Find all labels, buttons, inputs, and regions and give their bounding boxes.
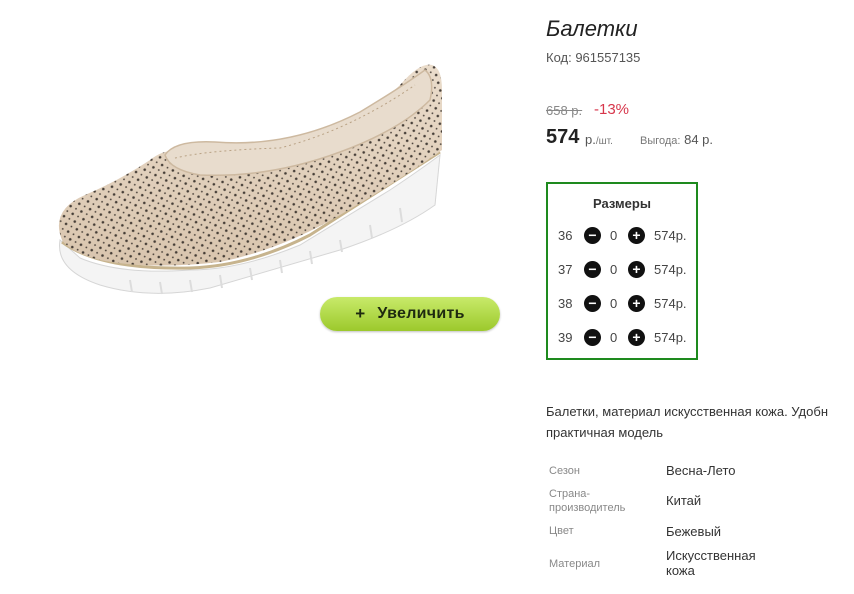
- spec-value: Искусственная кожа: [666, 548, 756, 578]
- plus-icon[interactable]: +: [628, 227, 645, 244]
- product-code: Код: 961557135: [546, 50, 641, 65]
- product-image[interactable]: [40, 30, 460, 310]
- sizes-box: Размеры 36 − 0 + 574р. 37 − 0 + 574р. 38…: [546, 182, 698, 360]
- size-number: 37: [558, 262, 573, 277]
- size-row: 37 − 0 + 574р.: [548, 259, 696, 281]
- minus-icon[interactable]: −: [584, 227, 601, 244]
- size-price: 574р.: [654, 262, 687, 277]
- plus-icon[interactable]: +: [628, 295, 645, 312]
- size-quantity: 0: [610, 330, 618, 345]
- minus-icon[interactable]: −: [584, 261, 601, 278]
- spec-label: Материал: [549, 558, 600, 570]
- size-quantity: 0: [610, 228, 618, 243]
- discount-badge: -13%: [594, 101, 630, 118]
- savings-label: Выгода:: [640, 135, 681, 147]
- current-price: 574: [546, 126, 580, 148]
- sizes-title: Размеры: [593, 196, 651, 211]
- spec-label: Цвет: [549, 525, 574, 537]
- spec-label: Страна- производитель: [549, 488, 626, 514]
- savings: Выгода: 84 р.: [640, 132, 713, 147]
- spec-value: Бежевый: [666, 524, 722, 539]
- size-row: 39 − 0 + 574р.: [548, 327, 696, 349]
- price-unit: р./шт.: [585, 132, 613, 147]
- product-title: Балетки: [546, 16, 638, 41]
- plus-icon: +: [355, 304, 366, 323]
- product-description: Балетки, материал искусственная кожа. Уд…: [546, 404, 828, 440]
- plus-icon[interactable]: +: [628, 261, 645, 278]
- size-row: 38 − 0 + 574р.: [548, 293, 696, 315]
- minus-icon[interactable]: −: [584, 295, 601, 312]
- size-quantity: 0: [610, 262, 618, 277]
- size-number: 39: [558, 330, 573, 345]
- zoom-button[interactable]: + Увеличить: [320, 297, 500, 331]
- spec-value: Китай: [666, 493, 702, 508]
- minus-icon[interactable]: −: [584, 329, 601, 346]
- size-price: 574р.: [654, 330, 687, 345]
- size-number: 36: [558, 228, 573, 243]
- size-row: 36 − 0 + 574р.: [548, 225, 696, 247]
- size-number: 38: [558, 296, 573, 311]
- plus-icon[interactable]: +: [628, 329, 645, 346]
- size-quantity: 0: [610, 296, 618, 311]
- size-price: 574р.: [654, 228, 687, 243]
- old-price: 658 р.: [546, 103, 583, 118]
- spec-label: Сезон: [549, 465, 580, 477]
- size-price: 574р.: [654, 296, 687, 311]
- savings-value: 84 р.: [684, 132, 714, 147]
- zoom-button-label: Увеличить: [377, 305, 465, 322]
- spec-value: Весна-Лето: [666, 463, 736, 478]
